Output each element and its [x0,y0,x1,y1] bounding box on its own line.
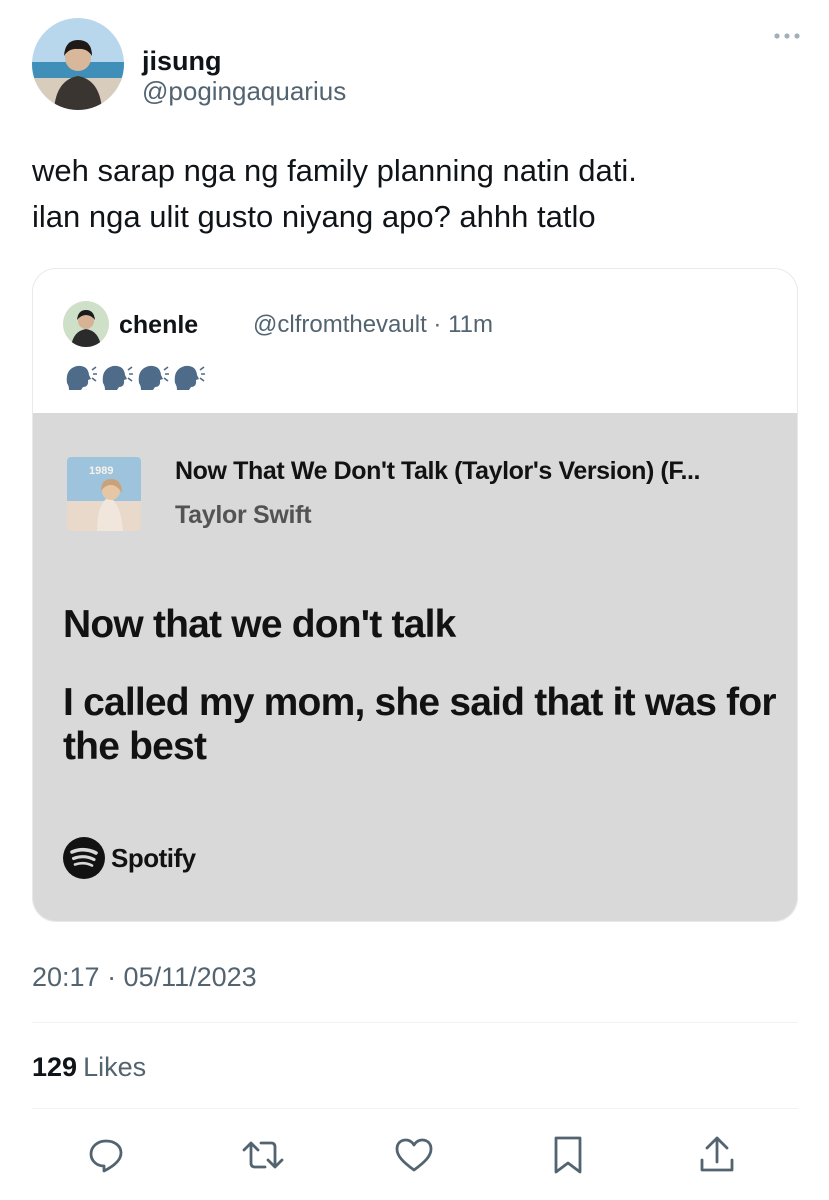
quoted-tweet-header: chenle @clfromthevault · 11m [63,299,763,347]
likes-label: Likes [83,1052,147,1082]
speaking-head-emoji-icon [138,365,169,390]
spotify-wordmark: Spotify [111,842,196,873]
speaking-head-emoji-icon [66,365,97,390]
retweet-icon[interactable] [238,1130,288,1180]
avatar[interactable] [32,18,124,110]
song-title: Now That We Don't Talk (Taylor's Version… [175,457,701,485]
spotify-lyrics-card[interactable]: 1989 Now That We Don't Talk (Taylor's Ve… [33,413,797,921]
reply-icon[interactable] [81,1130,131,1180]
tweet-text: weh sarap nga ng family planning natin d… [32,148,802,240]
song-artist: Taylor Swift [175,501,312,529]
author-display-name[interactable]: jisung [142,46,222,77]
quoted-emoji-text [63,361,205,395]
share-icon[interactable] [692,1130,742,1180]
author-handle[interactable]: @pogingaquarius [142,76,346,107]
divider [32,1022,798,1023]
action-bar [0,1130,829,1190]
bookmark-icon[interactable] [543,1130,593,1180]
lyric-line: I called my mom, she said that it was fo… [63,681,777,768]
quoted-handle-time[interactable]: @clfromthevault · 11m [253,311,493,339]
tweet-timestamp[interactable]: 20:17 · 05/11/2023 [32,962,257,993]
likes-count: 129 [32,1052,78,1082]
spotify-logo: Spotify [63,837,196,879]
speaking-head-emoji-icon [174,365,205,390]
quoted-display-name[interactable]: chenle [119,311,198,340]
speaking-head-emoji-icon [102,365,133,390]
quoted-avatar[interactable] [63,301,109,347]
more-options-icon[interactable] [772,26,802,46]
spotify-icon [63,837,105,879]
like-icon[interactable] [389,1130,439,1180]
album-art: 1989 [67,457,141,531]
tweet-text-line: weh sarap nga ng family planning natin d… [32,153,637,188]
tweet-header: jisung @pogingaquarius [32,18,802,113]
album-label: 1989 [89,465,113,477]
likes-stat[interactable]: 129 Likes [32,1052,146,1083]
lyric-line: Now that we don't talk [63,603,456,646]
quoted-tweet-card[interactable]: chenle @clfromthevault · 11m 1989 Now Th… [32,268,798,922]
divider [32,1108,798,1109]
tweet-text-line: ilan nga ulit gusto niyang apo? ahhh tat… [32,199,596,234]
